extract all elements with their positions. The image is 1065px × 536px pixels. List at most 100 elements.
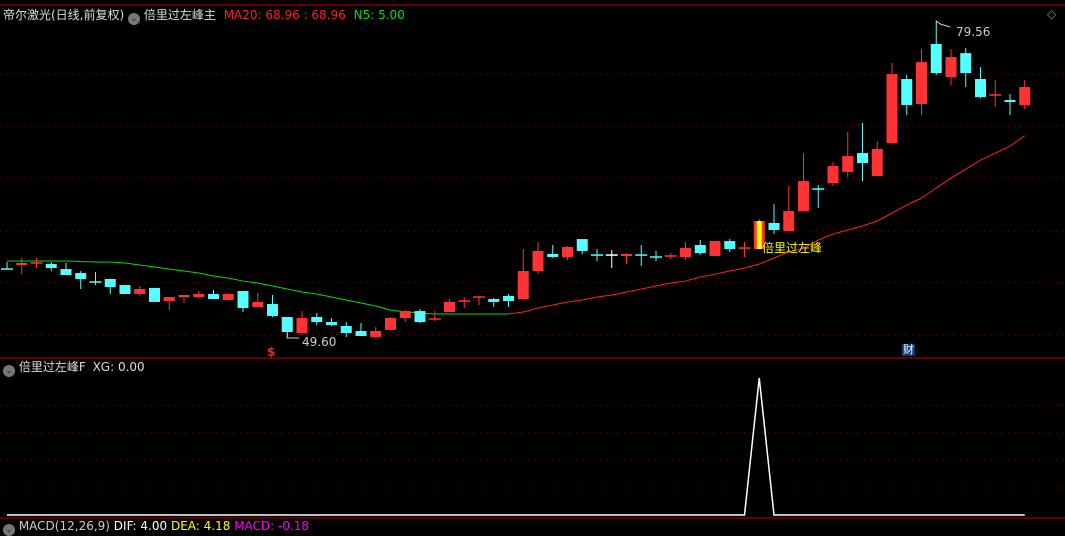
chevron-down-circle-icon[interactable]: ⌄ — [3, 524, 15, 536]
candle-body — [311, 317, 323, 323]
ma20-segment — [301, 291, 317, 295]
candle-body — [414, 311, 426, 323]
candle-body — [399, 311, 411, 319]
ma20-segment — [980, 152, 996, 161]
candle-body — [857, 153, 868, 164]
ma20-segment — [714, 270, 730, 275]
ma20-segment — [759, 257, 775, 265]
diamond-icon[interactable]: ◇ — [1047, 7, 1056, 21]
ma20-segment — [523, 307, 539, 313]
candle-body — [842, 156, 854, 172]
finance-badge[interactable]: 财 — [902, 344, 915, 356]
ma20-segment — [847, 225, 863, 231]
ma20-segment — [641, 285, 657, 290]
ma20-segment — [906, 197, 922, 206]
candle-body — [975, 79, 986, 98]
candle-body — [827, 166, 839, 184]
candle-body — [75, 273, 87, 279]
ma20-segment — [891, 204, 907, 214]
candle-body — [149, 287, 160, 302]
ma20-segment — [862, 220, 878, 227]
high-price-marker: 79.56 — [956, 25, 991, 39]
ma20-segment — [935, 177, 952, 189]
ma20-segment — [331, 296, 347, 301]
n5-label: N5: 5.00 — [353, 8, 405, 22]
ma20-value2: : 68.96 — [303, 8, 346, 22]
kline-chart[interactable] — [0, 0, 1065, 525]
sub-indicator-name[interactable]: 倍里过左峰F — [19, 360, 86, 374]
macd-name[interactable]: MACD(12,26,9) — [19, 519, 110, 533]
low-price-marker: 49.60 — [302, 335, 337, 349]
candle-body — [104, 278, 116, 288]
ma20-segment — [537, 304, 553, 309]
candle-body — [1019, 87, 1031, 106]
ma20-segment — [1009, 135, 1026, 147]
macd-panel-header: ⌄ MACD(12,26,9) DIF: 4.00 DEA: 4.18 MACD… — [3, 519, 309, 536]
chevron-down-circle-icon[interactable]: ⌄ — [128, 13, 141, 25]
ma20-label: MA20: 68.96 — [223, 8, 300, 22]
ma20-segment — [169, 268, 185, 272]
candle-body — [532, 250, 544, 272]
ma20-segment — [80, 261, 96, 263]
candle-body — [488, 299, 500, 302]
macd-label: MACD: -0.18 — [234, 519, 310, 533]
candle-body — [222, 294, 234, 300]
ma20-segment — [139, 264, 155, 268]
candle-body — [340, 325, 352, 333]
sub-panel-header: ⌄ 倍里过左峰F XG: 0.00 — [3, 360, 145, 377]
low-marker-arrow — [286, 333, 300, 339]
candle-body — [296, 318, 308, 333]
ma20-segment — [950, 168, 967, 179]
candle-body — [281, 317, 293, 333]
ma20-segment — [877, 212, 893, 222]
ma20-segment — [198, 272, 214, 277]
candle-body — [930, 44, 942, 74]
candle-body — [783, 211, 795, 232]
ma20-segment — [65, 260, 81, 263]
xg-label: XG: 0.00 — [92, 360, 145, 374]
ma20-segment — [124, 262, 140, 266]
candle-body — [370, 331, 382, 337]
main-panel-header: 帝尔激光(日线,前复权) ⌄ 倍里过左峰主 MA20: 68.96 : 68.9… — [3, 8, 405, 25]
ma20-segment — [287, 288, 303, 293]
ma20-segment — [818, 233, 834, 241]
candle-body — [680, 248, 691, 258]
ma20-segment — [700, 273, 716, 278]
candle-body — [252, 301, 264, 307]
candle-body — [916, 62, 927, 105]
ma20-segment — [921, 187, 937, 199]
chevron-down-circle-icon[interactable]: ⌄ — [3, 365, 15, 377]
ma20-segment — [360, 302, 376, 307]
candle-body — [576, 239, 588, 251]
dif-label: DIF: 4.00 — [113, 519, 168, 533]
ma20-segment — [213, 275, 229, 279]
xg-line — [7, 377, 1025, 516]
candle-body — [798, 181, 809, 212]
candle-body — [1004, 100, 1016, 102]
ma20-segment — [154, 266, 170, 270]
candle-body — [503, 296, 514, 302]
ma20-segment — [626, 288, 642, 293]
candle-body — [16, 262, 28, 265]
candle-body — [326, 322, 337, 326]
candle-body — [60, 269, 72, 276]
candle-body — [694, 245, 706, 254]
candle-body — [621, 254, 632, 256]
candle-body — [267, 304, 278, 316]
candle-body — [119, 285, 131, 295]
ma20-segment — [655, 282, 671, 287]
candle-body — [768, 222, 780, 230]
ma20-segment — [272, 285, 288, 290]
ma20-segment — [567, 299, 583, 303]
high-marker-arrow — [935, 20, 951, 28]
signal-highlight — [756, 220, 762, 249]
dollar-marker[interactable]: $ — [267, 345, 275, 359]
ma20-segment — [596, 294, 612, 298]
candle-body — [134, 289, 146, 295]
ma20-segment — [729, 267, 745, 272]
indicator-name[interactable]: 倍里过左峰主 — [144, 8, 216, 22]
stock-title: 帝尔激光(日线,前复权) — [3, 8, 125, 22]
candle-body — [960, 53, 972, 74]
ma20-segment — [965, 159, 981, 170]
candle-body — [385, 318, 396, 330]
